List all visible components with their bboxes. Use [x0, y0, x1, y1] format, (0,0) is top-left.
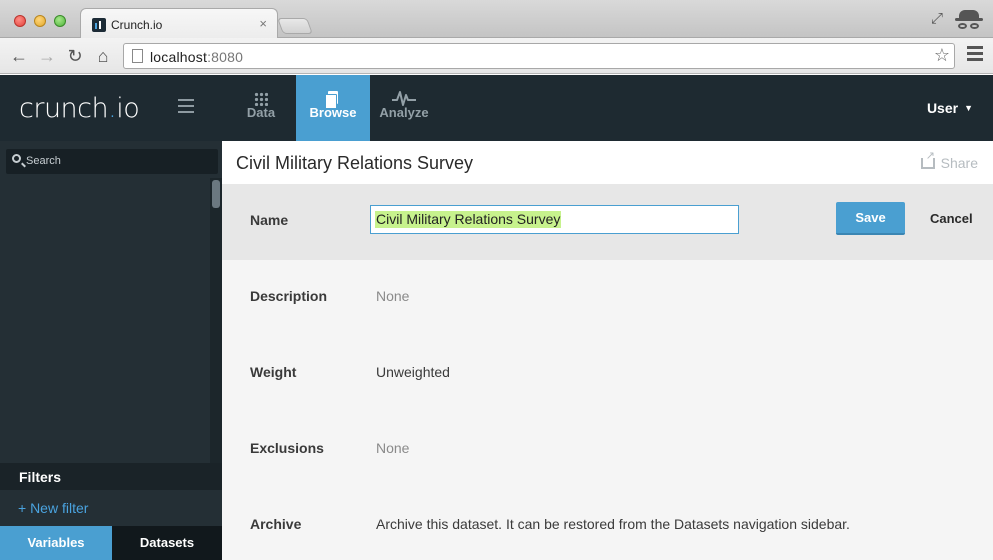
new-filter-link[interactable]: + New filter [18, 500, 88, 516]
share-icon [920, 149, 935, 169]
documents-icon [325, 91, 339, 109]
page-title: Civil Military Relations Survey [236, 153, 474, 173]
name-label: Name [250, 212, 289, 228]
browser-menu-icon[interactable] [967, 46, 983, 66]
sidebar-scrollbar[interactable] [210, 178, 222, 463]
close-window-button[interactable] [14, 15, 26, 27]
search-icon [12, 154, 21, 163]
archive-row: Archive Archive this dataset. It can be … [222, 488, 993, 560]
nav-tab-label: Data [246, 105, 276, 120]
tab-title: Crunch.io [111, 18, 163, 32]
home-icon[interactable]: ⌂ [92, 45, 114, 67]
description-value[interactable]: None [376, 288, 409, 304]
tab-variables[interactable]: Variables [0, 526, 112, 560]
forward-arrow-icon[interactable]: → [36, 45, 58, 67]
browser-tabstrip: Crunch.io × [0, 0, 993, 39]
exclusions-label: Exclusions [250, 440, 324, 456]
tab-close-icon[interactable]: × [259, 16, 267, 31]
weight-row: Weight Unweighted [222, 336, 993, 412]
sidebar-search-input[interactable]: Search [6, 149, 218, 174]
filters-title: Filters [19, 469, 62, 485]
sidebar: Search Filters + New filter Variables Da… [0, 141, 222, 560]
user-menu[interactable]: User ▼ [927, 100, 973, 116]
crunch-logo[interactable]: crunch.io [19, 93, 140, 124]
archive-label: Archive [250, 516, 302, 532]
grid-icon [254, 92, 268, 106]
description-row: Description None [222, 260, 993, 336]
filters-header: Filters [0, 463, 222, 490]
exclusions-value[interactable]: None [376, 440, 409, 456]
fullscreen-icon[interactable] [931, 10, 947, 28]
address-bar[interactable]: localhost:8080 ☆ [123, 43, 955, 69]
nav-tab-browse[interactable]: Browse [296, 75, 370, 141]
weight-value[interactable]: Unweighted [376, 364, 450, 380]
description-label: Description [250, 288, 328, 304]
hamburger-menu-icon[interactable] [178, 99, 194, 113]
new-tab-button[interactable] [277, 18, 313, 34]
scrollbar-thumb[interactable] [212, 180, 220, 208]
share-button[interactable]: Share [920, 149, 978, 171]
reload-icon[interactable]: ↻ [64, 45, 86, 67]
dataset-properties-panel: Civil Military Relations Survey Share Na… [222, 141, 993, 560]
pulse-icon [392, 91, 416, 106]
nav-tab-label: Analyze [379, 105, 429, 120]
app-header: crunch.io Data Browse Analyze User ▼ [0, 75, 993, 141]
variable-list[interactable] [0, 178, 210, 463]
save-button[interactable]: Save [836, 202, 905, 235]
url-text: localhost:8080 [150, 49, 244, 65]
dataset-name-input[interactable]: Civil Military Relations Survey [370, 205, 739, 234]
bookmark-star-icon[interactable]: ☆ [934, 45, 950, 66]
sidebar-bottom-tabs: Variables Datasets [0, 526, 222, 560]
nav-tab-data[interactable]: Data [224, 75, 298, 141]
crunch-favicon-icon [92, 18, 106, 32]
archive-value[interactable]: Archive this dataset. It can be restored… [376, 516, 850, 532]
name-row: Name Civil Military Relations Survey Sav… [222, 184, 993, 260]
page-icon [132, 49, 143, 63]
browser-toolbar: ← → ↻ ⌂ localhost:8080 ☆ [0, 38, 993, 74]
browser-tab[interactable]: Crunch.io × [80, 8, 278, 39]
cancel-button[interactable]: Cancel [930, 211, 973, 226]
exclusions-row: Exclusions None [222, 412, 993, 488]
tab-datasets[interactable]: Datasets [112, 526, 222, 560]
weight-label: Weight [250, 364, 297, 380]
incognito-icon [955, 8, 983, 32]
search-placeholder: Search [26, 155, 61, 167]
zoom-window-button[interactable] [54, 15, 66, 27]
nav-tab-analyze[interactable]: Analyze [367, 75, 441, 141]
minimize-window-button[interactable] [34, 15, 46, 27]
dataset-name-value: Civil Military Relations Survey [375, 211, 562, 228]
back-arrow-icon[interactable]: ← [8, 45, 30, 67]
caret-down-icon: ▼ [964, 103, 973, 113]
title-bar: Civil Military Relations Survey Share [222, 141, 993, 184]
